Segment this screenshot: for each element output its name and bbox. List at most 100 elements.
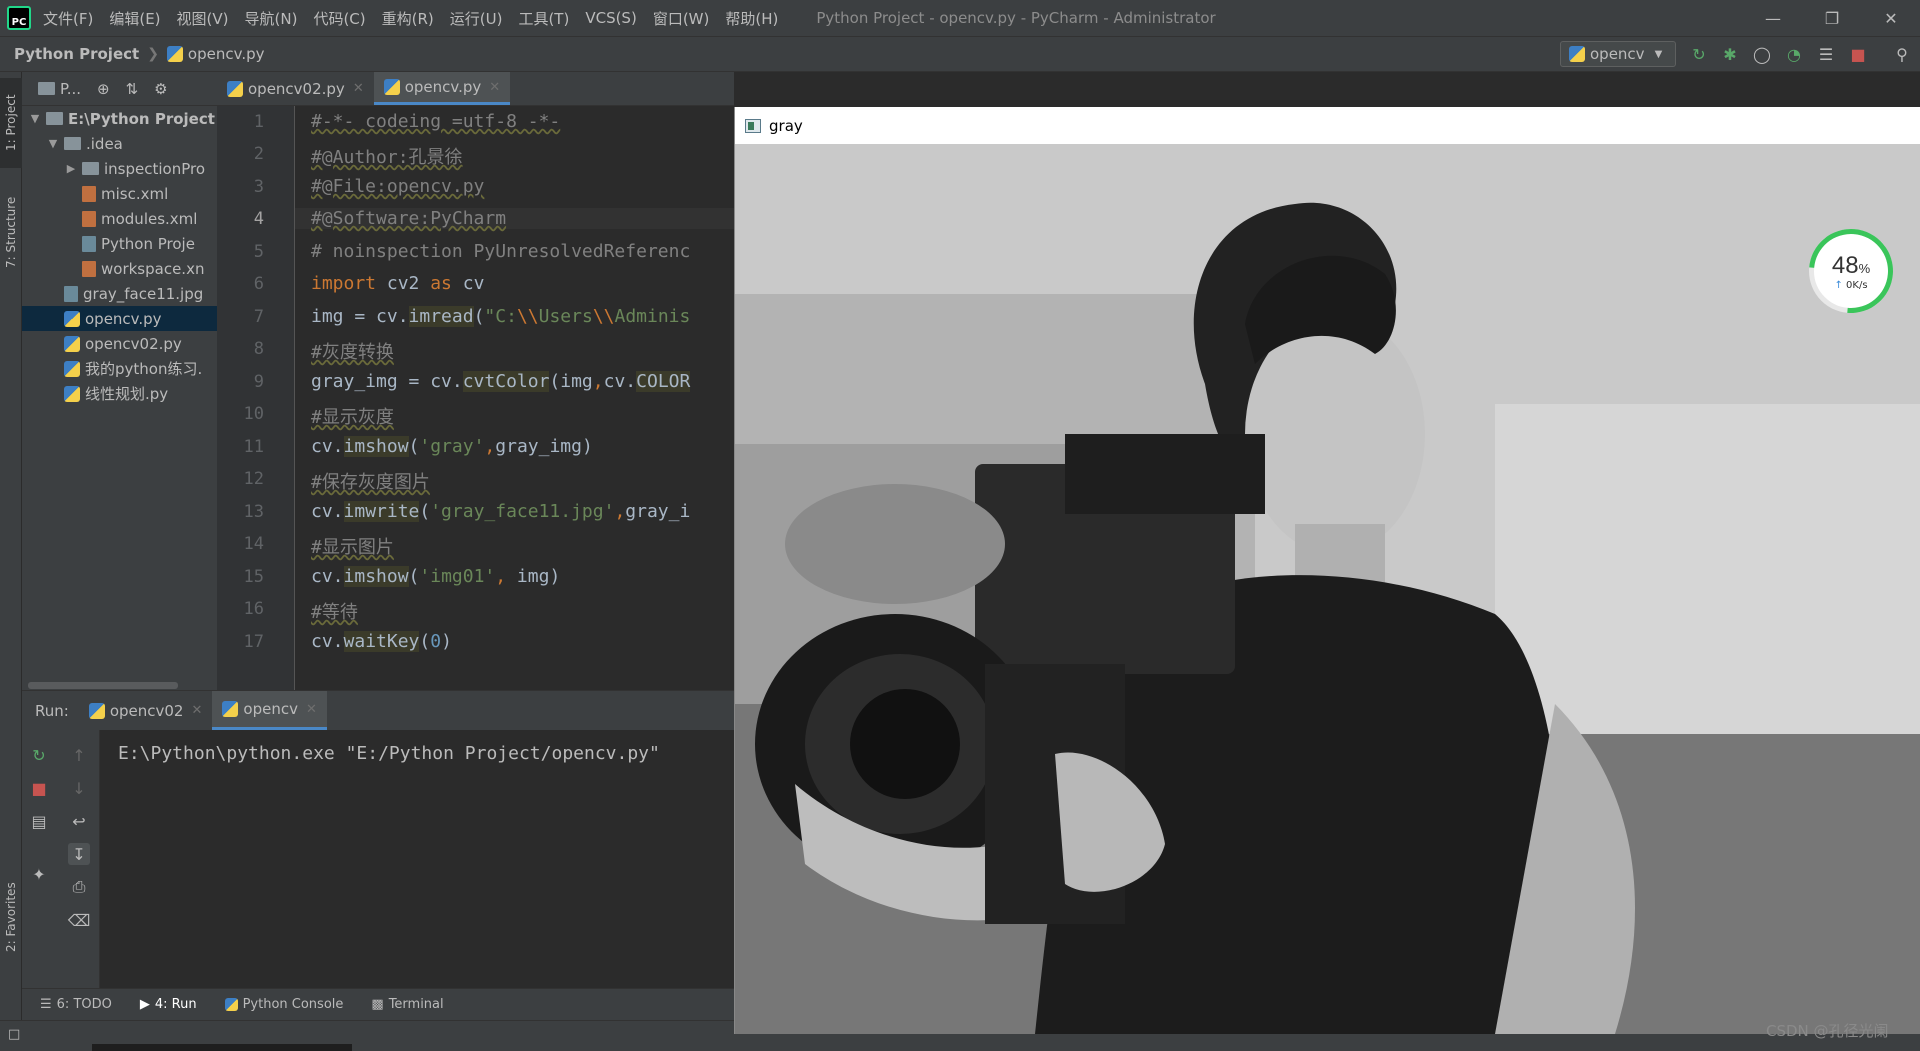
- close-window-button[interactable]: ✕: [1862, 0, 1920, 36]
- collapse-all-icon[interactable]: ⇅: [126, 80, 139, 98]
- code-line: import cv2 as cv: [311, 273, 485, 294]
- arrow-up-icon[interactable]: ↑: [68, 744, 90, 766]
- close-tab-icon[interactable]: ✕: [306, 702, 317, 717]
- terminal-tool-tab[interactable]: ▩ Terminal: [371, 997, 443, 1012]
- profile-icon[interactable]: ◔: [1784, 44, 1804, 64]
- menu-vcs[interactable]: VCS(S): [585, 9, 636, 27]
- stop-icon[interactable]: ■: [1848, 44, 1868, 64]
- run-concurrency-icon[interactable]: ☰: [1816, 44, 1836, 64]
- restore-button[interactable]: ❐: [1803, 0, 1861, 36]
- tree-item-modules[interactable]: modules.xml: [22, 206, 217, 231]
- menu-refactor[interactable]: 重构(R): [382, 8, 434, 29]
- code-line: cv.imwrite('gray_face11.jpg',gray_i: [311, 501, 691, 522]
- image-window-titlebar[interactable]: gray: [735, 107, 1920, 144]
- soft-wrap-icon[interactable]: ↩: [68, 810, 90, 832]
- line-number: 17: [243, 632, 264, 652]
- tree-item-inspection[interactable]: ▶ inspectionPro: [22, 156, 217, 181]
- project-toolbar: P... ⊕ ⇅ ⚙: [22, 72, 217, 106]
- pin-icon[interactable]: ✦: [28, 863, 50, 885]
- network-speed-widget[interactable]: 48% ↑ 0K/s: [1791, 211, 1911, 331]
- tree-item-misc[interactable]: misc.xml: [22, 181, 217, 206]
- image-window[interactable]: gray: [734, 107, 1920, 1034]
- menu-view[interactable]: 视图(V): [177, 8, 229, 29]
- structure-tool-tab[interactable]: 7: Structure: [0, 182, 22, 282]
- line-number: 13: [243, 502, 264, 522]
- menu-navigate[interactable]: 导航(N): [245, 8, 298, 29]
- xml-file-icon: [82, 185, 96, 202]
- gear-icon[interactable]: ⚙: [154, 80, 167, 98]
- breadcrumb-file[interactable]: opencv.py: [188, 45, 265, 63]
- rerun-icon[interactable]: ↻: [28, 744, 50, 766]
- tree-item-iml[interactable]: Python Proje: [22, 231, 217, 256]
- run-tab-label: opencv: [243, 700, 298, 718]
- run-tab-opencv[interactable]: opencv ✕: [212, 691, 327, 730]
- tab-opencv[interactable]: opencv.py ✕: [373, 72, 511, 105]
- menu-window[interactable]: 窗口(W): [653, 8, 710, 29]
- run-tab-label: 4: Run: [154, 997, 197, 1012]
- code-line: # noinspection PyUnresolvedReferenc: [311, 241, 691, 262]
- run-tab-opencv02[interactable]: opencv02 ✕: [79, 691, 213, 730]
- watermark: CSDN @孔径光阑: [1766, 1022, 1889, 1040]
- folder-icon: [38, 81, 55, 95]
- line-number: 1: [253, 112, 264, 132]
- tab-opencv02[interactable]: opencv02.py ✕: [217, 72, 374, 105]
- project-tool-tab[interactable]: 1: Project: [0, 78, 22, 168]
- photo-illustration: [735, 144, 1920, 1034]
- toggle-tool-windows-icon[interactable]: □: [8, 1027, 20, 1042]
- breadcrumb-project[interactable]: Python Project: [14, 45, 139, 63]
- run-configuration-select[interactable]: opencv ▼: [1560, 41, 1676, 67]
- stop-icon[interactable]: ■: [28, 777, 50, 799]
- tree-item-opencv02[interactable]: opencv02.py: [22, 331, 217, 356]
- tree-item-practice[interactable]: 我的python练习.: [22, 356, 217, 381]
- python-console-tool-tab[interactable]: Python Console: [224, 997, 343, 1012]
- tree-item-label: 我的python练习.: [85, 360, 203, 378]
- run-tab-label: opencv02: [109, 701, 184, 720]
- project-panel: P... ⊕ ⇅ ⚙ ▼ E:\Python Project ▼ .idea ▶ in…: [22, 72, 217, 690]
- run-tool-tab[interactable]: ▶ 4: Run: [140, 997, 197, 1012]
- tree-item-label: 线性规划.py: [85, 385, 169, 403]
- menu-run[interactable]: 运行(U): [450, 8, 503, 29]
- tree-scrollbar[interactable]: [28, 682, 178, 689]
- menu-edit[interactable]: 编辑(E): [109, 8, 160, 29]
- favorites-tool-tab[interactable]: 2: Favorites: [0, 872, 22, 962]
- minimize-button[interactable]: —: [1744, 0, 1802, 36]
- menu-tools[interactable]: 工具(T): [518, 8, 569, 29]
- scroll-to-end-icon[interactable]: ↧: [68, 843, 90, 865]
- trash-icon[interactable]: ⌫: [68, 909, 91, 931]
- search-icon[interactable]: ⚲: [1892, 44, 1912, 64]
- python-config-icon: [1569, 46, 1585, 62]
- locate-icon[interactable]: ⊕: [97, 80, 110, 98]
- rerun-icon[interactable]: ↻: [1689, 44, 1709, 64]
- window-title: Python Project - opencv.py - PyCharm - A…: [816, 9, 1216, 27]
- debug-icon[interactable]: ✱: [1720, 44, 1740, 64]
- line-number: 16: [243, 599, 264, 619]
- close-tab-icon[interactable]: ✕: [353, 81, 364, 96]
- layout-icon[interactable]: ▤: [28, 810, 50, 832]
- tree-item-root[interactable]: ▼ E:\Python Project: [22, 106, 217, 131]
- python-run-icon: [88, 702, 105, 719]
- menu-file[interactable]: 文件(F): [43, 8, 93, 29]
- close-tab-icon[interactable]: ✕: [191, 703, 202, 718]
- tree-item-gray-face[interactable]: gray_face11.jpg: [22, 281, 217, 306]
- menu-help[interactable]: 帮助(H): [725, 8, 778, 29]
- todo-tool-tab[interactable]: ☰ 6: TODO: [40, 997, 112, 1012]
- run-console[interactable]: E:\Python\python.exe "E:/Python Project/…: [100, 730, 734, 988]
- close-tab-icon[interactable]: ✕: [489, 80, 500, 95]
- grayscale-photo: [735, 144, 1920, 1034]
- python-file-icon: [166, 46, 183, 62]
- arrow-down-icon[interactable]: ↓: [68, 777, 90, 799]
- line-number: 3: [253, 177, 264, 197]
- taskbar-item[interactable]: [92, 1044, 352, 1051]
- tree-item-label: gray_face11.jpg: [83, 284, 204, 303]
- print-icon[interactable]: ⎙: [68, 876, 90, 898]
- terminal-icon: ▩: [371, 997, 384, 1012]
- project-view-select[interactable]: P...: [38, 80, 81, 98]
- tree-item-opencv[interactable]: opencv.py: [22, 306, 217, 331]
- tree-item-idea[interactable]: ▼ .idea: [22, 131, 217, 156]
- tree-item-workspace[interactable]: workspace.xn: [22, 256, 217, 281]
- tree-item-linear[interactable]: 线性规划.py: [22, 381, 217, 406]
- coverage-icon[interactable]: ◯: [1752, 44, 1772, 64]
- menu-code[interactable]: 代码(C): [313, 8, 365, 29]
- code-editor[interactable]: #-*- codeing =utf-8 -*- #@Author:孔景徐 #@F…: [295, 106, 734, 690]
- xml-file-icon: [82, 260, 96, 277]
